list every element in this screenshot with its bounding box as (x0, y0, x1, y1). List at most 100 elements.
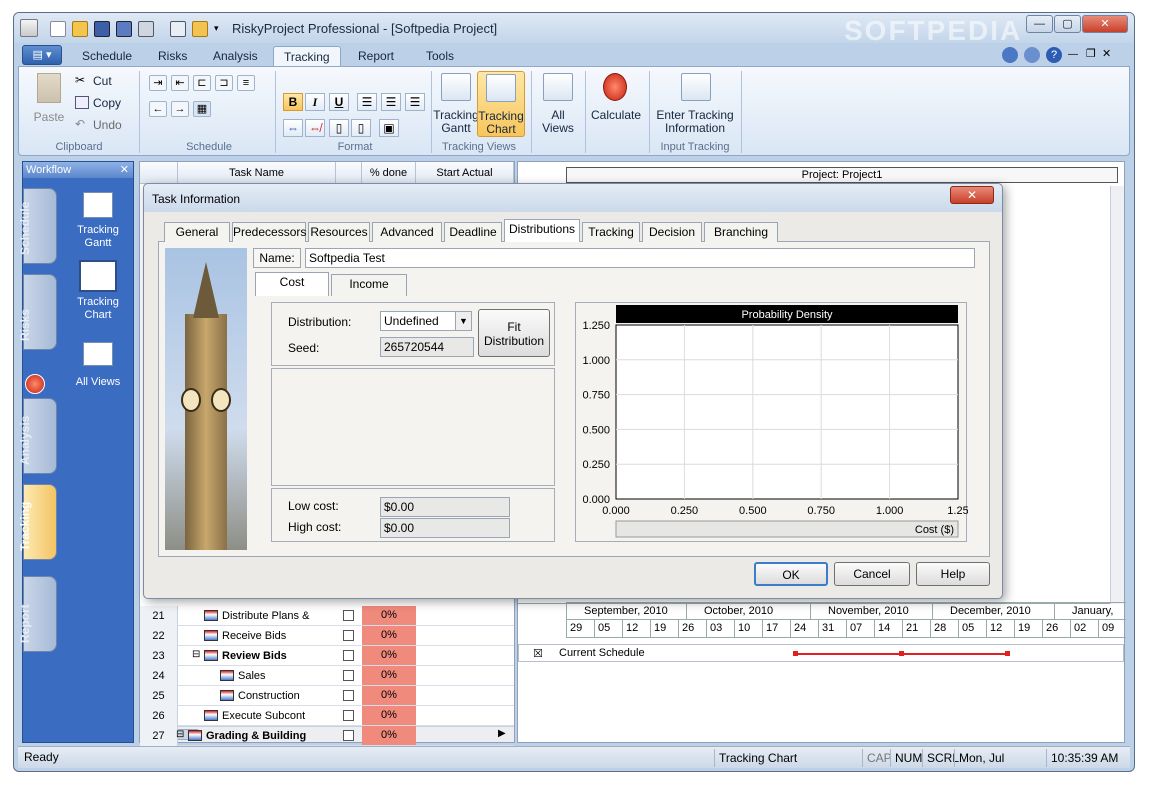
task-name[interactable]: Sales (238, 666, 334, 686)
percent-done-cell[interactable]: 0% (362, 666, 416, 685)
tab-risks[interactable]: Risks (148, 46, 197, 66)
vertical-scrollbar[interactable] (1110, 186, 1124, 604)
dialog-tab-predecessors[interactable]: Predecessors (232, 222, 306, 242)
move-right-icon[interactable]: → (171, 101, 189, 117)
help-button[interactable]: Help (916, 562, 990, 586)
cut-button[interactable]: ✂ Cut (75, 73, 135, 89)
link-tasks-icon[interactable]: ⊏ (193, 75, 211, 91)
save-icon[interactable] (94, 21, 110, 37)
tab-analysis[interactable]: Analysis (203, 46, 268, 66)
workflow-close-icon[interactable]: ✕ (120, 162, 129, 178)
task-name[interactable]: Construction (238, 686, 334, 706)
dialog-tab-general[interactable]: General (164, 222, 230, 242)
open-icon[interactable] (72, 21, 88, 37)
tab-tracking[interactable]: Tracking (273, 46, 341, 66)
tab-report[interactable]: Report (348, 46, 404, 66)
legend-toggle-icon[interactable]: ☒ (533, 647, 543, 660)
align-left-icon[interactable]: ☰ (357, 93, 377, 111)
fit-distribution-button[interactable]: Fit Distribution (478, 309, 550, 357)
mdi-restore-icon[interactable]: ❐ (1086, 47, 1096, 60)
column-insert-icon[interactable]: ⇔ (283, 119, 303, 137)
align-center-icon[interactable]: ☰ (381, 93, 401, 111)
application-menu-button[interactable]: ▤ ▾ (22, 45, 62, 65)
task-name[interactable]: Execute Subcont (222, 706, 334, 726)
dialog-close-button[interactable]: ✕ (950, 186, 994, 204)
close-button[interactable]: ✕ (1082, 15, 1128, 33)
grid-header-task-name[interactable]: Task Name (178, 162, 336, 184)
indent-icon[interactable]: ⇥ (149, 75, 167, 91)
task-name[interactable]: Grading & Building (206, 726, 334, 746)
task-checkbox[interactable] (343, 650, 354, 661)
dialog-tab-deadline[interactable]: Deadline (444, 222, 502, 242)
workflow-item-tracking-gantt[interactable]: Tracking Gantt (63, 192, 133, 252)
unlink-tasks-icon[interactable]: ⊐ (215, 75, 233, 91)
workflow-item-all-views[interactable]: All Views (63, 342, 133, 392)
percent-done-cell[interactable]: 0% (362, 706, 416, 725)
minimize-button[interactable]: — (1026, 15, 1053, 33)
task-checkbox[interactable] (343, 730, 354, 741)
percent-done-cell[interactable]: 0% (362, 626, 416, 645)
task-name[interactable]: Review Bids (222, 646, 334, 666)
table-row[interactable]: 27 ⊟ Grading & Building 0% (140, 726, 514, 746)
table-row[interactable]: 23 ⊟ Review Bids 0% (140, 646, 514, 666)
save-as-icon[interactable] (116, 21, 132, 37)
seed-input[interactable]: 265720544 (380, 337, 474, 357)
percent-done-cell[interactable]: 0% (362, 606, 416, 625)
table-row[interactable]: 22 Receive Bids 0% (140, 626, 514, 646)
high-cost-input[interactable]: $0.00 (380, 518, 510, 538)
calculate-button[interactable]: Calculate (585, 71, 647, 131)
task-checkbox[interactable] (343, 610, 354, 621)
app-icon[interactable] (20, 19, 38, 37)
cancel-button[interactable]: Cancel (834, 562, 910, 586)
copy-button[interactable]: Copy (75, 95, 135, 111)
task-name[interactable]: Distribute Plans & (222, 606, 334, 626)
underline-button[interactable]: U (329, 93, 349, 111)
mdi-close-icon[interactable]: ✕ (1102, 47, 1111, 60)
dialog-tab-advanced[interactable]: Advanced (372, 222, 442, 242)
task-checkbox[interactable] (343, 690, 354, 701)
move-left-icon[interactable]: ← (149, 101, 167, 117)
enter-tracking-button[interactable]: Enter Tracking Information (653, 71, 737, 139)
bold-button[interactable]: B (283, 93, 303, 111)
dialog-tab-tracking[interactable]: Tracking (582, 222, 640, 242)
table-row[interactable]: 21 Distribute Plans & 0% (140, 606, 514, 626)
collapse-icon[interactable]: ⊟ (176, 729, 184, 740)
task-checkbox[interactable] (343, 710, 354, 721)
distribution-select[interactable]: Undefined ▼ (380, 311, 472, 331)
print-preview-icon[interactable] (170, 21, 186, 37)
tracking-chart-button[interactable]: Tracking Chart (477, 71, 525, 137)
dialog-tab-distributions[interactable]: Distributions (504, 219, 580, 242)
ok-button[interactable]: OK (754, 562, 828, 586)
maximize-button[interactable]: ▢ (1054, 15, 1081, 33)
percent-done-cell[interactable]: 0% (362, 686, 416, 705)
workflow-item-tracking-chart[interactable]: Tracking Chart (63, 258, 133, 322)
all-views-button[interactable]: All Views (535, 71, 581, 139)
column-left-icon[interactable]: ▯ (329, 119, 349, 137)
task-checkbox[interactable] (343, 670, 354, 681)
task-name[interactable]: Receive Bids (222, 626, 334, 646)
print-icon[interactable] (138, 21, 154, 37)
options-icon[interactable] (1024, 47, 1040, 63)
dialog-tab-resources[interactable]: Resources (308, 222, 370, 242)
split-icon[interactable]: ≡ (237, 75, 255, 91)
help-icon[interactable]: ? (1046, 47, 1062, 63)
column-format-icon[interactable]: ▣ (379, 119, 399, 137)
tracking-gantt-button[interactable]: Tracking Gantt (433, 71, 479, 139)
new-icon[interactable] (50, 21, 66, 37)
grid-header-percent-done[interactable]: % done (362, 162, 416, 184)
chevron-down-icon[interactable]: ▼ (455, 312, 471, 330)
dialog-tab-branching[interactable]: Branching (704, 222, 778, 242)
table-row[interactable]: 24 Sales 0% (140, 666, 514, 686)
folder-icon[interactable] (192, 21, 208, 37)
grid-header-start-actual[interactable]: Start Actual (416, 162, 514, 184)
vtab-analysis[interactable]: Analysis (18, 398, 57, 474)
percent-done-cell[interactable]: 0% (362, 726, 416, 745)
tab-schedule[interactable]: Schedule (72, 46, 142, 66)
vtab-schedule[interactable]: Schedule (18, 188, 57, 264)
percent-done-cell[interactable]: 0% (362, 646, 416, 665)
column-right-icon[interactable]: ▯ (351, 119, 371, 137)
qat-dropdown-icon[interactable]: ▾ (214, 23, 219, 34)
task-checkbox[interactable] (343, 630, 354, 641)
collapse-icon[interactable]: ⊟ (192, 649, 200, 660)
outdent-icon[interactable]: ⇤ (171, 75, 189, 91)
